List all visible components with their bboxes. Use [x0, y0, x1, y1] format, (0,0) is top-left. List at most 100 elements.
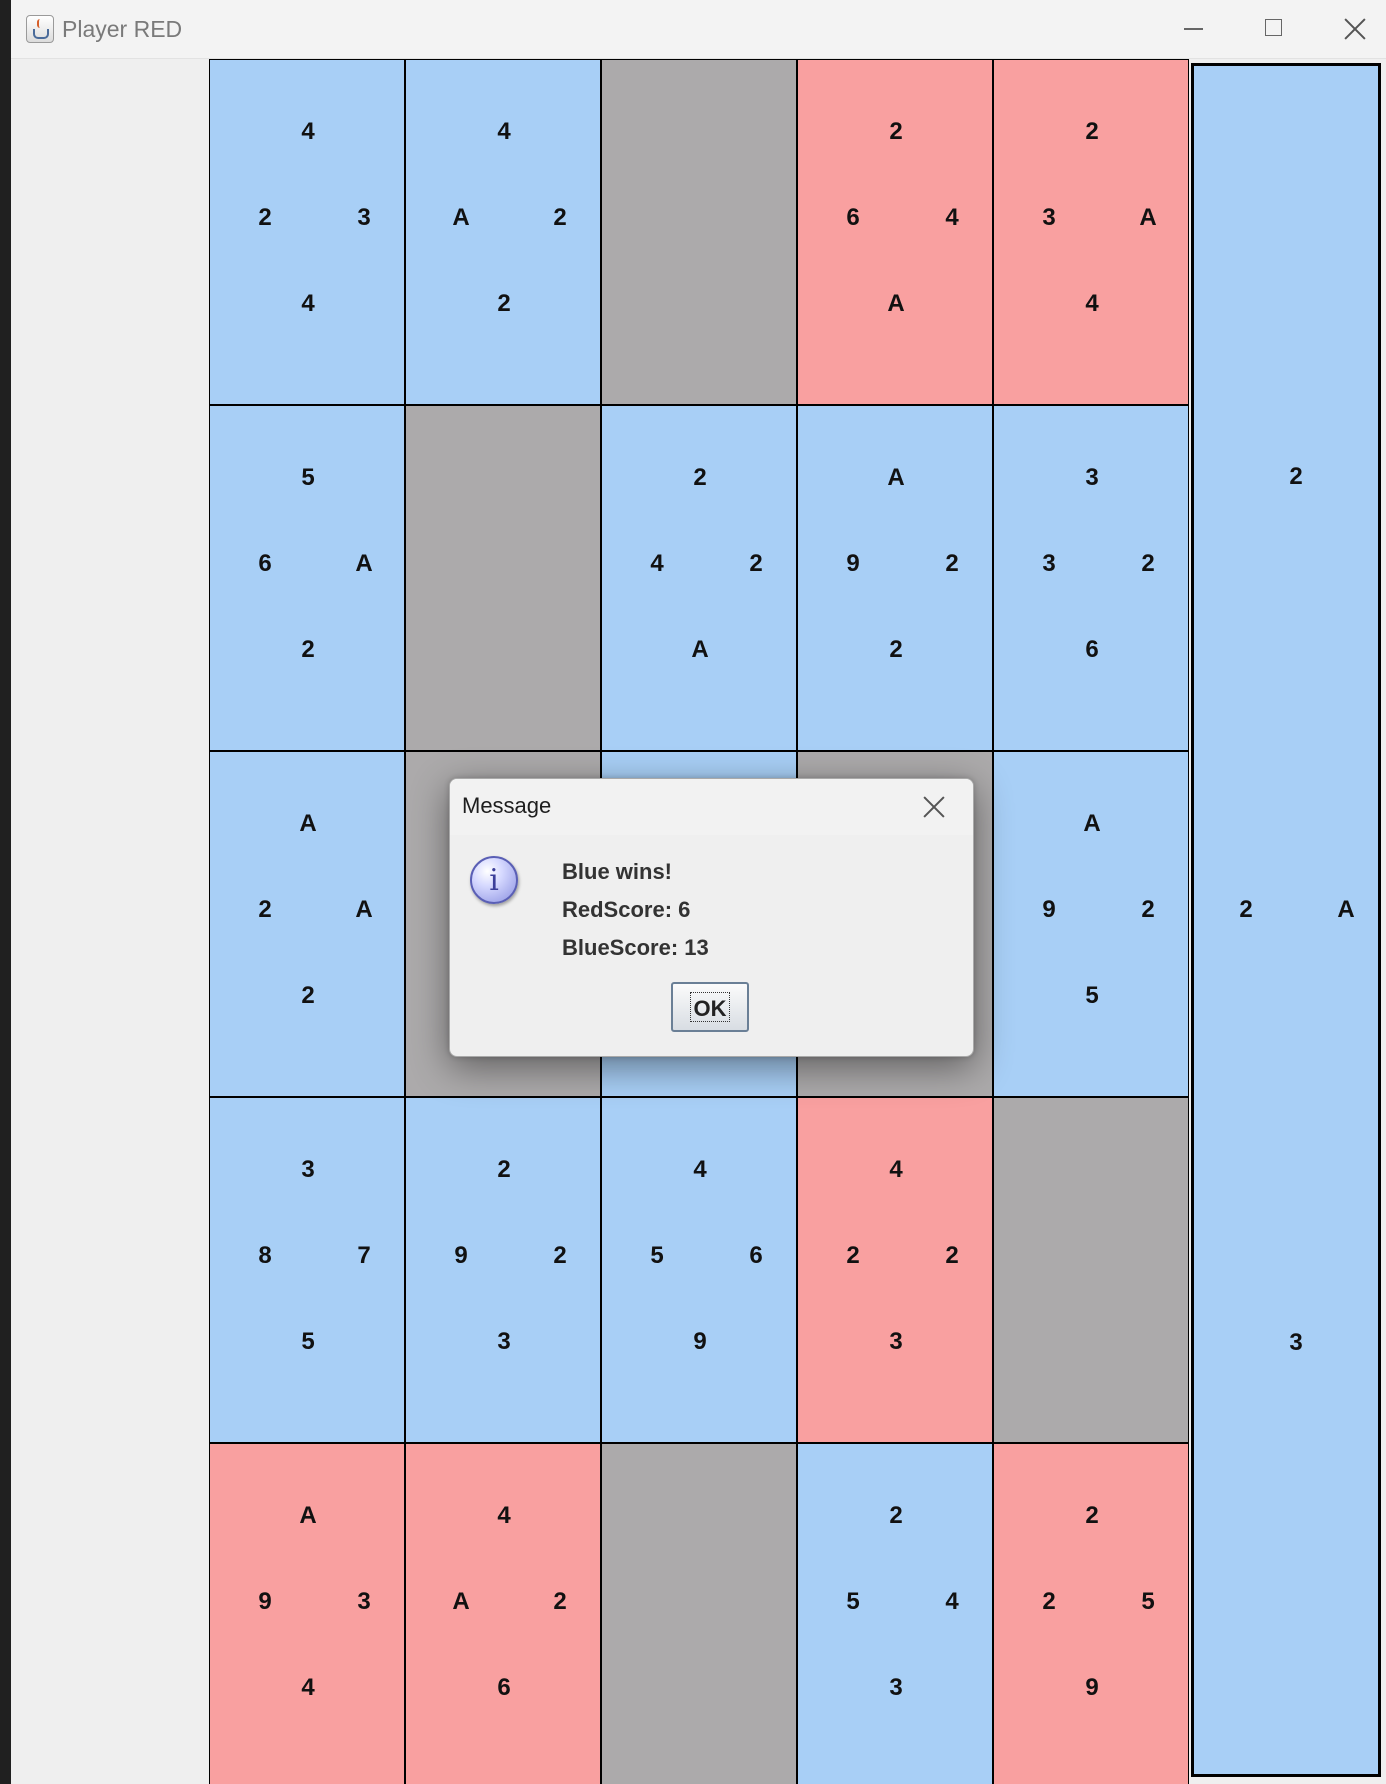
- close-button[interactable]: [1315, 0, 1386, 58]
- board-card-red[interactable]: 4 2 2 3: [797, 1097, 993, 1443]
- card-right-value: 2: [553, 1588, 567, 1615]
- board-card-blue[interactable]: 2 5 4 3: [797, 1443, 993, 1784]
- card-right-value: 2: [553, 204, 567, 231]
- card-right-value: 2: [1141, 896, 1155, 923]
- card-top-value: 4: [497, 1502, 511, 1529]
- card-left-value: 6: [258, 550, 272, 577]
- card-left-value: A: [452, 204, 470, 231]
- card-bottom-value: 9: [693, 1328, 707, 1355]
- card-right-value: 2: [945, 1242, 959, 1269]
- board-card-blue[interactable]: 4 5 6 9: [601, 1097, 797, 1443]
- card-right-value: 6: [749, 1242, 763, 1269]
- card-right-value: 7: [357, 1242, 371, 1269]
- board-card-red[interactable]: A 9 3 4: [209, 1443, 405, 1784]
- card-left-value: A: [452, 1588, 470, 1615]
- ok-button[interactable]: OK: [671, 982, 749, 1032]
- card-bottom-value: 6: [497, 1674, 511, 1701]
- card-bottom-value: 4: [1085, 290, 1099, 317]
- title-bar[interactable]: Player RED: [11, 0, 1386, 59]
- card-bottom-value: A: [691, 636, 709, 663]
- close-icon: [1344, 18, 1366, 40]
- board-card-blue[interactable]: 3 3 2 6: [993, 405, 1189, 751]
- hand-card-left-value: 2: [1239, 896, 1253, 923]
- card-right-value: 2: [553, 1242, 567, 1269]
- card-bottom-value: 2: [301, 982, 315, 1009]
- card-bottom-value: 3: [889, 1674, 903, 1701]
- card-left-value: 2: [258, 896, 272, 923]
- card-top-value: 3: [301, 1156, 315, 1183]
- card-left-value: 2: [258, 204, 272, 231]
- card-bottom-value: 3: [889, 1328, 903, 1355]
- card-left-value: 3: [1042, 204, 1056, 231]
- empty-board-slot[interactable]: [601, 1443, 797, 1784]
- card-top-value: 2: [497, 1156, 511, 1183]
- card-left-value: 9: [454, 1242, 468, 1269]
- card-bottom-value: 9: [1085, 1674, 1099, 1701]
- card-left-value: 8: [258, 1242, 272, 1269]
- card-right-value: 5: [1141, 1588, 1155, 1615]
- board-card-blue[interactable]: 4 2 3 4: [209, 59, 405, 405]
- dialog-close-button[interactable]: [912, 787, 956, 827]
- board-card-red[interactable]: 4 A 2 6: [405, 1443, 601, 1784]
- message-dialog: Message i Blue wins! RedScore: 6 BlueSco…: [449, 778, 974, 1057]
- board-card-blue[interactable]: A 9 2 5: [993, 751, 1189, 1097]
- player-hand-card[interactable]: 2 2 A 3: [1191, 63, 1381, 1777]
- card-right-value: A: [355, 896, 373, 923]
- board-card-blue[interactable]: 2 4 2 A: [601, 405, 797, 751]
- card-bottom-value: 2: [301, 636, 315, 663]
- close-icon: [923, 796, 945, 818]
- card-bottom-value: 2: [497, 290, 511, 317]
- board-card-blue[interactable]: 3 8 7 5: [209, 1097, 405, 1443]
- card-right-value: 3: [357, 204, 371, 231]
- minimize-icon: [1184, 28, 1203, 30]
- card-top-value: A: [1083, 810, 1101, 837]
- board-card-red[interactable]: 2 2 5 9: [993, 1443, 1189, 1784]
- dialog-title-bar[interactable]: Message: [450, 779, 973, 835]
- hand-card-right-value: A: [1337, 896, 1355, 923]
- red-score: RedScore: 6: [562, 897, 691, 922]
- card-left-value: 5: [846, 1588, 860, 1615]
- empty-board-slot[interactable]: [993, 1097, 1189, 1443]
- card-top-value: 4: [693, 1156, 707, 1183]
- card-left-value: 9: [846, 550, 860, 577]
- card-top-value: A: [299, 1502, 317, 1529]
- card-bottom-value: 2: [889, 636, 903, 663]
- card-left-value: 4: [650, 550, 664, 577]
- winner-message: Blue wins!: [562, 859, 673, 884]
- board-card-red[interactable]: 2 3 A 4: [993, 59, 1189, 405]
- card-right-value: 2: [749, 550, 763, 577]
- hand-card-bottom-value: 3: [1289, 1329, 1303, 1356]
- card-top-value: 5: [301, 464, 315, 491]
- card-left-value: 5: [650, 1242, 664, 1269]
- board-card-blue[interactable]: 5 6 A 2: [209, 405, 405, 751]
- empty-board-slot[interactable]: [405, 405, 601, 751]
- board-card-red[interactable]: 2 6 4 A: [797, 59, 993, 405]
- card-top-value: 3: [1085, 464, 1099, 491]
- empty-board-slot[interactable]: [601, 59, 797, 405]
- blue-score: BlueScore: 13: [562, 935, 709, 960]
- card-right-value: 4: [945, 204, 959, 231]
- maximize-icon: [1265, 19, 1282, 36]
- board-card-blue[interactable]: A 9 2 2: [797, 405, 993, 751]
- card-left-value: 9: [258, 1588, 272, 1615]
- window-title: Player RED: [62, 16, 183, 42]
- card-top-value: 4: [301, 118, 315, 145]
- card-right-value: 2: [1141, 550, 1155, 577]
- board-card-blue[interactable]: A 2 A 2: [209, 751, 405, 1097]
- minimize-button[interactable]: [1153, 0, 1233, 58]
- card-right-value: 4: [945, 1588, 959, 1615]
- board-card-blue[interactable]: 4 A 2 2: [405, 59, 601, 405]
- card-top-value: 2: [693, 464, 707, 491]
- card-right-value: 2: [945, 550, 959, 577]
- ok-button-label: OK: [693, 996, 727, 1021]
- java-cup-icon: [26, 15, 54, 43]
- card-top-value: 2: [889, 118, 903, 145]
- card-bottom-value: 6: [1085, 636, 1099, 663]
- card-bottom-value: A: [887, 290, 905, 317]
- maximize-button[interactable]: [1234, 0, 1314, 58]
- card-bottom-value: 4: [301, 290, 315, 317]
- board-card-blue[interactable]: 2 9 2 3: [405, 1097, 601, 1443]
- card-left-value: 2: [1042, 1588, 1056, 1615]
- info-icon: i: [470, 856, 518, 904]
- card-left-value: 2: [846, 1242, 860, 1269]
